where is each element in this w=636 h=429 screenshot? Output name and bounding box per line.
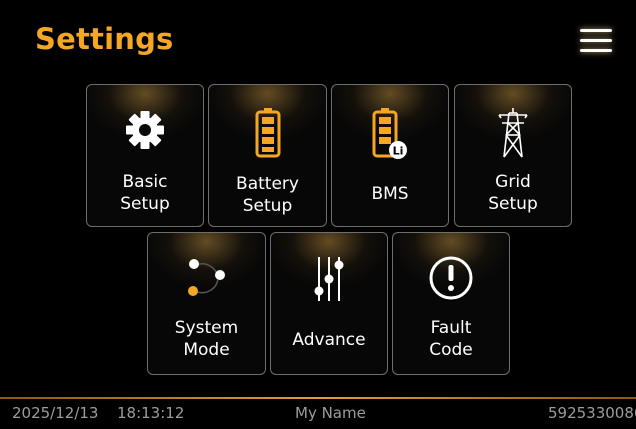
basic-setup-label-line2: Setup	[120, 194, 170, 214]
footer-date: 2025/12/13	[12, 404, 99, 422]
footer-time: 18:13:12	[117, 404, 185, 422]
system-mode-button[interactable]: System Mode	[147, 232, 266, 375]
lithium-badge: Li	[393, 145, 404, 158]
footer-user-name: My Name	[295, 404, 366, 422]
grid-setup-label-line1: Grid	[495, 172, 531, 192]
basic-setup-label-line1: Basic	[122, 172, 168, 192]
system-mode-label-line1: System	[174, 318, 239, 338]
system-mode-label-line2: Mode	[183, 340, 230, 360]
battery-icon	[209, 105, 326, 158]
fault-code-label-line2: Code	[429, 340, 473, 360]
advance-button[interactable]: Advance	[270, 232, 388, 375]
fault-code-label-line1: Fault	[430, 318, 472, 338]
hamburger-menu-icon[interactable]	[578, 26, 614, 56]
exclamation-circle-icon	[393, 253, 509, 303]
advance-label: Advance	[292, 330, 366, 350]
system-mode-icon	[148, 253, 265, 303]
battery-setup-label-line1: Battery	[236, 174, 299, 194]
sliders-icon	[271, 253, 387, 303]
battery-setup-label-line2: Setup	[242, 196, 293, 216]
fault-code-button[interactable]: Fault Code	[392, 232, 510, 375]
status-bar: 2025/12/13 18:13:12 My Name 5925330086	[0, 399, 636, 429]
page-title: Settings	[35, 22, 174, 56]
gear-icon	[87, 105, 203, 155]
battery-setup-button[interactable]: Battery Setup	[208, 84, 327, 227]
grid-setup-label-line2: Setup	[488, 194, 538, 214]
bms-button[interactable]: Li BMS	[331, 84, 449, 227]
bms-label: BMS	[371, 184, 409, 204]
settings-screen: Settings Basic Setup Battery Setup Li BM…	[0, 0, 636, 429]
footer-serial-number: 5925330086	[548, 404, 636, 422]
basic-setup-button[interactable]: Basic Setup	[86, 84, 204, 227]
power-tower-icon	[455, 105, 571, 158]
battery-lithium-icon: Li	[332, 105, 448, 159]
grid-setup-button[interactable]: Grid Setup	[454, 84, 572, 227]
